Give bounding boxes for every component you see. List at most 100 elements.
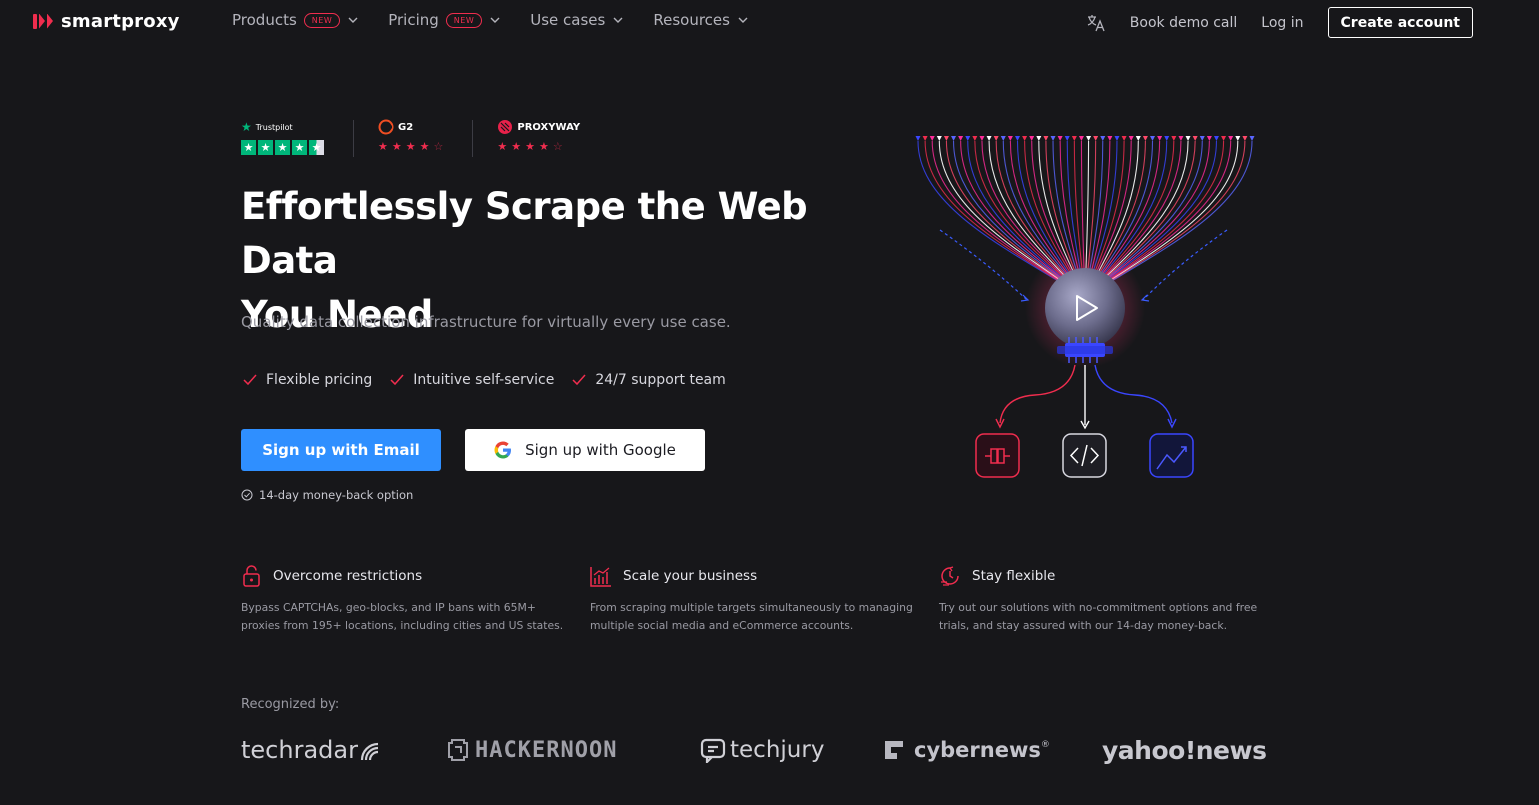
benefit-title: Overcome restrictions <box>273 568 423 584</box>
funnel-arrow <box>922 136 928 141</box>
nav-item-label: Resources <box>653 11 730 29</box>
funnel-arrow <box>1249 136 1255 141</box>
create-account-button[interactable]: Create account <box>1327 7 1473 38</box>
funnel-arrow <box>1171 136 1177 141</box>
logo[interactable]: smartproxy <box>33 10 180 32</box>
chevron-down-icon <box>490 17 500 23</box>
cybernews-logo: cybernews ® <box>883 732 1050 768</box>
unlock-icon <box>243 565 260 587</box>
money-back-note: 14-day money-back option <box>241 488 413 502</box>
funnel-arrow <box>1064 136 1070 141</box>
proxyway-name: PROXYWAY <box>517 121 581 133</box>
funnel-arrow <box>1128 136 1134 141</box>
benefit-title: Scale your business <box>623 568 758 584</box>
feature-item: Flexible pricing <box>243 372 372 388</box>
growth-chart-icon <box>590 566 611 587</box>
login-link[interactable]: Log in <box>1261 15 1303 31</box>
g2-logo-icon <box>378 119 394 135</box>
funnel-arrow <box>1093 136 1099 141</box>
feature-label: Flexible pricing <box>266 372 373 388</box>
trustpilot-rating[interactable]: ★ Trustpilot ★ ★ ★ ★ ★ <box>241 120 324 155</box>
chevron-down-icon <box>613 17 623 23</box>
funnel-arrow <box>1057 136 1063 141</box>
funnel-arrow <box>929 136 935 141</box>
hero-subtitle: Quality data collection infrastructure f… <box>241 313 731 331</box>
funnel-arrow <box>1000 136 1006 141</box>
nav-actions: Book demo call Log in Create account <box>1086 7 1473 38</box>
nav-item-products[interactable]: Products NEW <box>232 11 359 29</box>
funnel-arrow <box>1178 136 1184 141</box>
funnel-arrow <box>1029 136 1035 141</box>
g2-rating[interactable]: G2 ★ ★ ★ ★ ☆ <box>378 119 443 153</box>
funnel-arrow <box>1086 136 1092 141</box>
funnel-arrow <box>993 136 999 141</box>
funnel-arrow <box>1014 136 1020 141</box>
funnel-arrow <box>936 136 942 141</box>
hackernoon-icon <box>448 739 468 761</box>
funnel-arrow <box>1022 136 1028 141</box>
star-icon: ★ <box>378 140 388 153</box>
nav-item-use-cases[interactable]: Use cases <box>530 11 624 29</box>
star-icon: ★ <box>497 140 508 153</box>
feature-list: Flexible pricing Intuitive self-service … <box>243 372 744 388</box>
play-orb[interactable] <box>1045 268 1125 348</box>
benefit-overcome-restrictions: Overcome restrictions Bypass CAPTCHAs, g… <box>241 565 571 635</box>
feature-item: Intuitive self-service <box>390 372 554 388</box>
divider <box>353 120 354 157</box>
clock-refresh-icon <box>941 566 959 586</box>
nav-item-label: Use cases <box>530 11 606 29</box>
data-funnel-illustration <box>915 136 1255 478</box>
star-icon: ★ <box>258 140 273 155</box>
funnel-arrow <box>1235 136 1241 141</box>
proxyway-rating[interactable]: PROXYWAY ★ ★ ★ ★ ☆ <box>497 120 580 153</box>
funnel-arrow <box>1228 136 1234 141</box>
funnel-arrow <box>972 136 978 141</box>
check-icon <box>243 374 257 386</box>
funnel-arrow <box>1185 136 1191 141</box>
funnel-arrow <box>1157 136 1163 141</box>
plug-icon <box>975 433 1020 478</box>
nav-item-label: Products <box>232 11 297 29</box>
registered-mark: ® <box>1040 740 1050 750</box>
hackernoon-logo: HACKERNOON <box>447 732 617 768</box>
star-icon: ★ <box>292 140 307 155</box>
signup-google-button[interactable]: Sign up with Google <box>465 429 705 471</box>
funnel-arrow <box>1242 136 1248 141</box>
new-badge: NEW <box>445 12 483 28</box>
nav-item-resources[interactable]: Resources <box>653 11 749 29</box>
funnel-arrow <box>1164 136 1170 141</box>
benefit-stay-flexible: Stay flexible Try out our solutions with… <box>939 565 1269 635</box>
funnel-arrow <box>1135 136 1141 141</box>
chevron-down-icon <box>348 17 358 23</box>
check-icon <box>572 374 586 386</box>
techjury-wordmark: techjury <box>730 737 825 763</box>
radar-icon <box>360 742 379 761</box>
signup-email-button[interactable]: Sign up with Email <box>241 429 441 471</box>
nav-item-pricing[interactable]: Pricing NEW <box>388 11 501 29</box>
funnel-arrow <box>1192 136 1198 141</box>
funnel-arrow <box>1150 136 1156 141</box>
star-icon: ★ <box>511 140 522 153</box>
top-navigation: smartproxy Products NEW Pricing NEW Use … <box>0 0 1539 44</box>
proxyway-stars: ★ ★ ★ ★ ☆ <box>497 140 580 153</box>
funnel-arrow <box>943 136 949 141</box>
funnel-arrow <box>1121 136 1127 141</box>
funnel-arrow <box>1199 136 1205 141</box>
translate-icon[interactable] <box>1086 13 1106 33</box>
logo-mark-icon <box>33 13 53 29</box>
star-icon: ★ <box>405 140 416 153</box>
g2-name: G2 <box>398 121 414 133</box>
funnel-arrow <box>951 136 957 141</box>
book-demo-link[interactable]: Book demo call <box>1130 15 1238 31</box>
trend-chart-icon <box>1149 433 1194 478</box>
techradar-logo: techradar <box>241 732 380 768</box>
money-back-label: 14-day money-back option <box>259 488 414 502</box>
logo-text: smartproxy <box>61 10 180 32</box>
cybernews-wordmark: cybernews <box>914 738 1041 762</box>
feature-label: Intuitive self-service <box>413 372 555 388</box>
cybernews-icon <box>885 741 903 759</box>
chevron-down-icon <box>738 17 748 23</box>
title-line-1: Effortlessly Scrape the Web Data <box>241 185 808 282</box>
feature-item: 24/7 support team <box>572 372 726 388</box>
techjury-icon <box>700 738 726 763</box>
